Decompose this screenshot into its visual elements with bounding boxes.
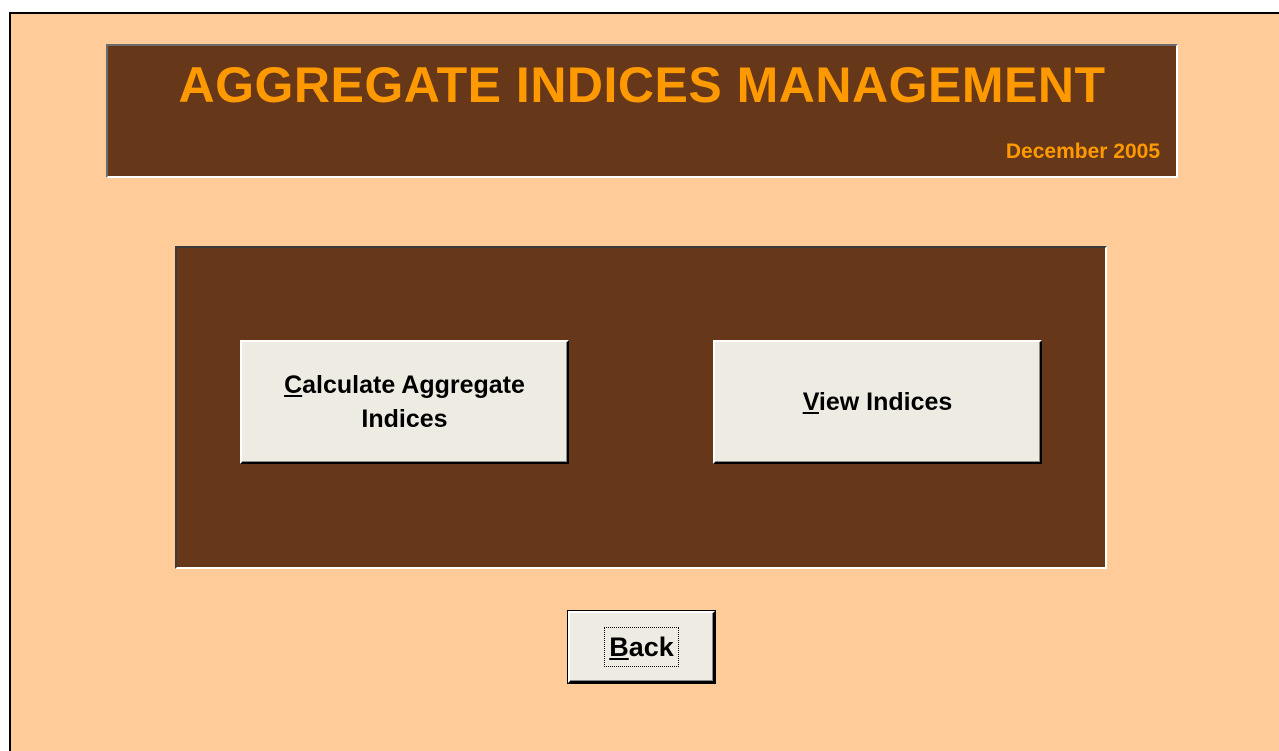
back-focus-rect: Back bbox=[604, 627, 679, 667]
back-mnemonic: B bbox=[609, 632, 629, 662]
title-banner: AGGREGATE INDICES MANAGEMENT December 20… bbox=[106, 44, 1178, 178]
calculate-mnemonic: C bbox=[284, 371, 303, 399]
back-button[interactable]: Back bbox=[568, 611, 715, 683]
date-label: December 2005 bbox=[1005, 140, 1160, 163]
page-title: AGGREGATE INDICES MANAGEMENT bbox=[178, 57, 1106, 113]
view-button-label: View Indices bbox=[803, 385, 953, 419]
back-label-rest: ack bbox=[628, 632, 674, 662]
view-label-rest: iew Indices bbox=[818, 388, 953, 416]
calculate-label-line1: alculate Aggregate bbox=[302, 371, 525, 399]
view-indices-button[interactable]: View Indices bbox=[713, 340, 1042, 464]
calculate-button-label: Calculate Aggregate Indices bbox=[284, 368, 525, 436]
view-mnemonic: V bbox=[802, 388, 819, 416]
calculate-label-line2: Indices bbox=[361, 405, 448, 433]
calculate-aggregate-indices-button[interactable]: Calculate Aggregate Indices bbox=[240, 340, 569, 464]
